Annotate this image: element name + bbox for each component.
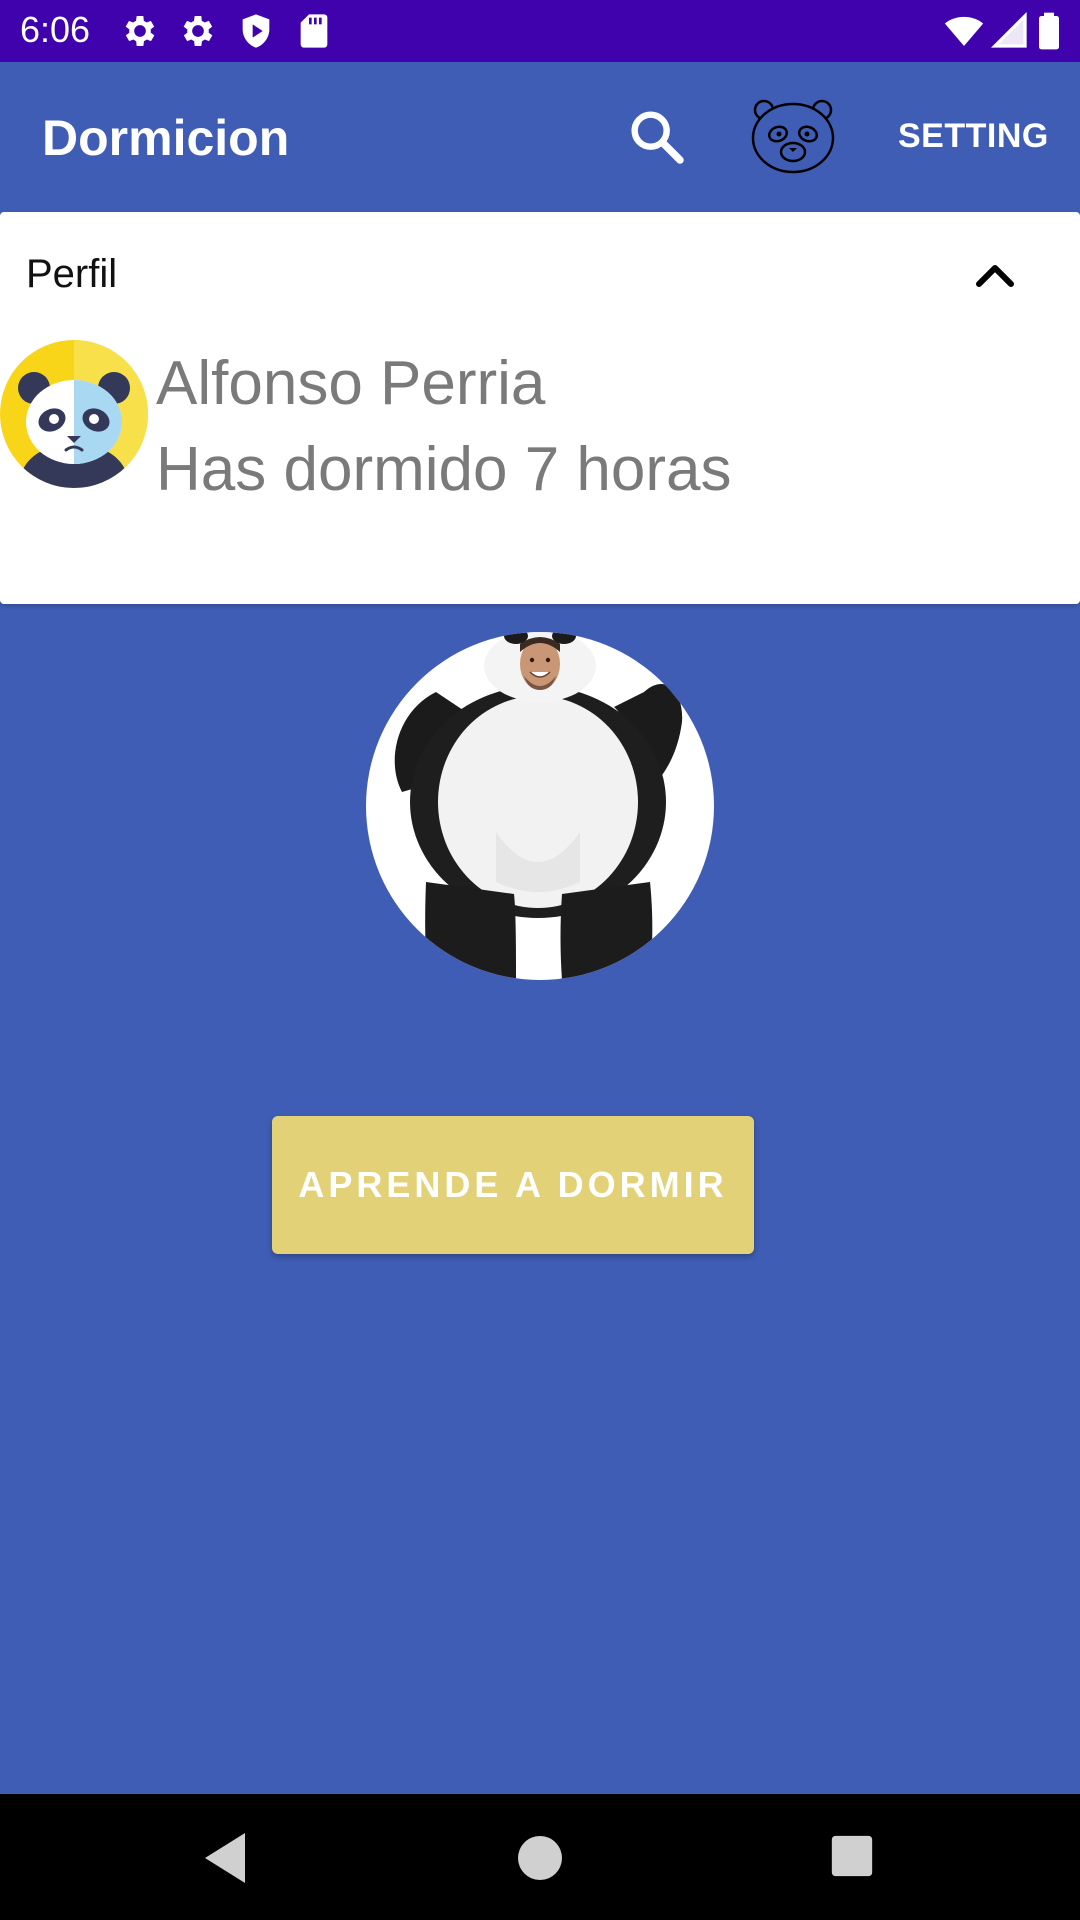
chevron-up-icon[interactable] [970,254,1020,294]
panda-costume-illustration [394,632,683,980]
status-bar: 6:06 [0,0,1080,62]
signal-icon [990,11,1027,48]
status-time: 6:06 [20,9,91,50]
home-icon[interactable] [516,1834,564,1882]
wifi-icon [944,16,984,46]
shield-play-icon [242,14,270,48]
panda-face-icon[interactable] [748,96,838,176]
app-title: Dormicion [42,110,290,166]
sleep-hours-text: Has dormido 7 horas [156,435,732,504]
sd-card-icon [300,14,328,48]
battery-icon [1039,12,1059,50]
avatar [0,340,148,488]
learn-to-sleep-button[interactable]: APRENDE A DORMIR [272,1116,754,1254]
navigation-bar [0,1794,1080,1920]
setting-button[interactable]: SETTING [898,116,1049,156]
card-title: Perfil [26,252,118,296]
settings-icon [125,16,155,46]
search-icon[interactable] [624,104,688,168]
settings-icon [183,16,213,46]
back-icon[interactable] [200,1830,250,1886]
user-name: Alfonso Perria [156,349,546,418]
panda-costume-photo [366,632,714,980]
app-bar: Dormicion SETTING [0,62,1080,210]
recents-icon[interactable] [830,1834,874,1878]
profile-card: Perfil Alfonso Perria Has dormido 7 hora… [0,212,1080,604]
